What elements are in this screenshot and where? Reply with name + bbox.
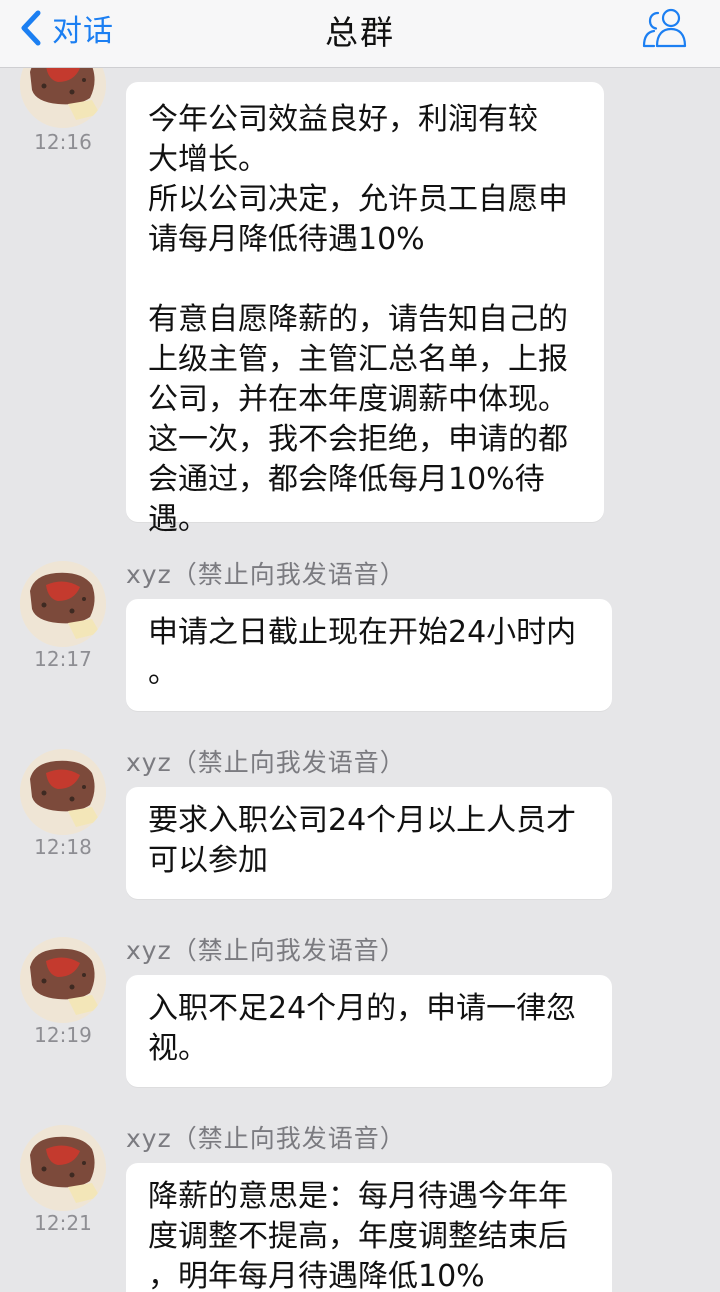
message-bubble[interactable]: 要求入职公司24个月以上人员才 可以参加: [126, 787, 612, 899]
avatar-image: [20, 749, 106, 835]
message-bubble[interactable]: 申请之日截止现在开始24小时内 。: [126, 599, 612, 711]
group-members-icon[interactable]: [640, 4, 690, 50]
avatar[interactable]: [20, 937, 106, 1023]
chat-title: 总群: [325, 13, 395, 52]
avatar[interactable]: [20, 68, 106, 128]
sender-name: xyz（禁止向我发语音）: [126, 748, 406, 777]
avatar-image: [20, 68, 106, 128]
avatar-image: [20, 1125, 106, 1211]
message-bubble[interactable]: 今年公司效益良好，利润有较 大增长。 所以公司决定，允许员工自愿申 请每月降低待…: [126, 82, 604, 537]
sender-name: xyz（禁止向我发语音）: [126, 1124, 406, 1153]
message-list[interactable]: 12:16 今年公司效益良好，利润有较 大增长。 所以公司决定，允许员工自愿申 …: [0, 68, 720, 1292]
message-bubble[interactable]: 入职不足24个月的，申请一律忽 视。: [126, 975, 612, 1087]
avatar[interactable]: [20, 749, 106, 835]
avatar[interactable]: [20, 1125, 106, 1211]
message-bubble[interactable]: 降薪的意思是：每月待遇今年年 度调整不提高，年度调整结束后 ，明年每月待遇降低1…: [126, 1163, 612, 1292]
nav-bar: 对话 总群: [0, 0, 720, 68]
sender-name: xyz（禁止向我发语音）: [126, 936, 406, 965]
avatar-image: [20, 561, 106, 647]
message-timestamp: 12:18: [34, 835, 92, 859]
sender-name: xyz（禁止向我发语音）: [126, 560, 406, 589]
message-timestamp: 12:17: [34, 647, 92, 671]
message-timestamp: 12:21: [34, 1211, 92, 1235]
message-timestamp: 12:19: [34, 1023, 92, 1047]
avatar-image: [20, 937, 106, 1023]
avatar[interactable]: [20, 561, 106, 647]
message-timestamp: 12:16: [34, 130, 92, 154]
